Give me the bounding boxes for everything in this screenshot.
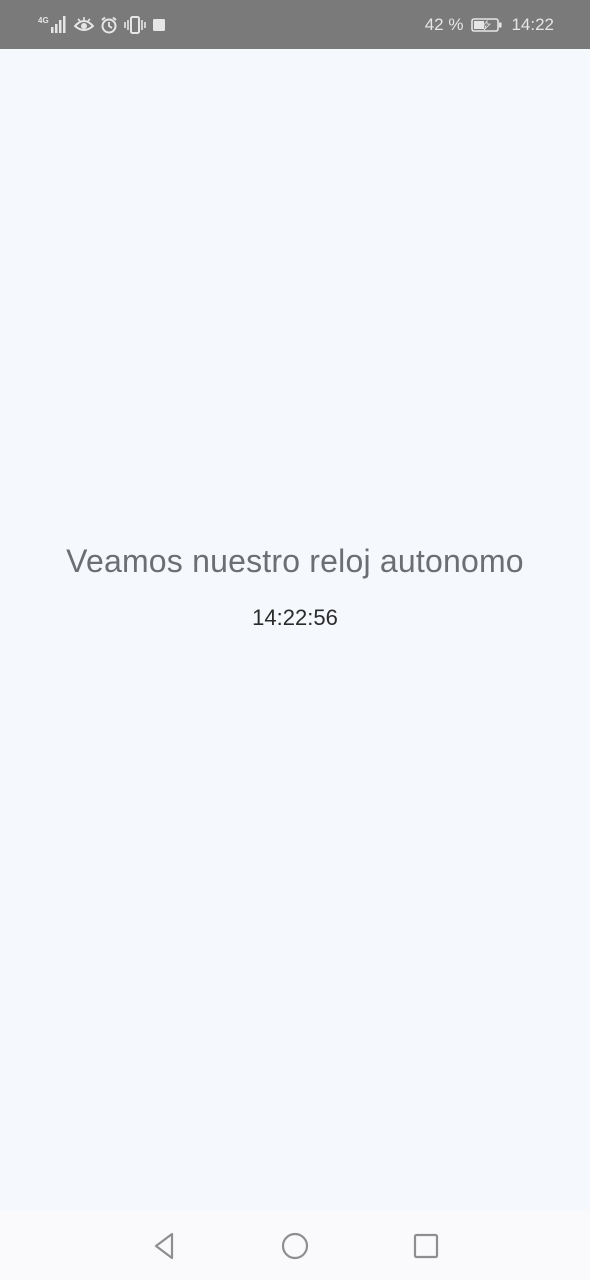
recents-icon[interactable] — [409, 1229, 443, 1263]
status-time: 14:22 — [511, 14, 554, 34]
navigation-bar — [0, 1210, 590, 1280]
back-icon[interactable] — [147, 1229, 181, 1263]
status-icons-left: 4G — [38, 15, 166, 35]
vibrate-icon — [124, 15, 146, 34]
svg-text:4G: 4G — [38, 16, 49, 25]
signal-icon: 4G — [38, 15, 68, 35]
battery-percent: 42 % — [424, 14, 464, 34]
status-icons-right: 42 % 14:22 — [425, 15, 554, 35]
page-title: Veamos nuestro reloj autonomo — [66, 543, 524, 579]
home-icon[interactable] — [278, 1229, 312, 1263]
status-bar: 4G 42 % 14:22 — [0, 0, 590, 49]
battery-charging-icon — [471, 17, 503, 33]
eye-comfort-icon — [74, 16, 94, 34]
notification-square-icon — [152, 18, 166, 32]
clock-display: 14:22:56 — [252, 605, 338, 630]
alarm-icon — [100, 16, 118, 34]
